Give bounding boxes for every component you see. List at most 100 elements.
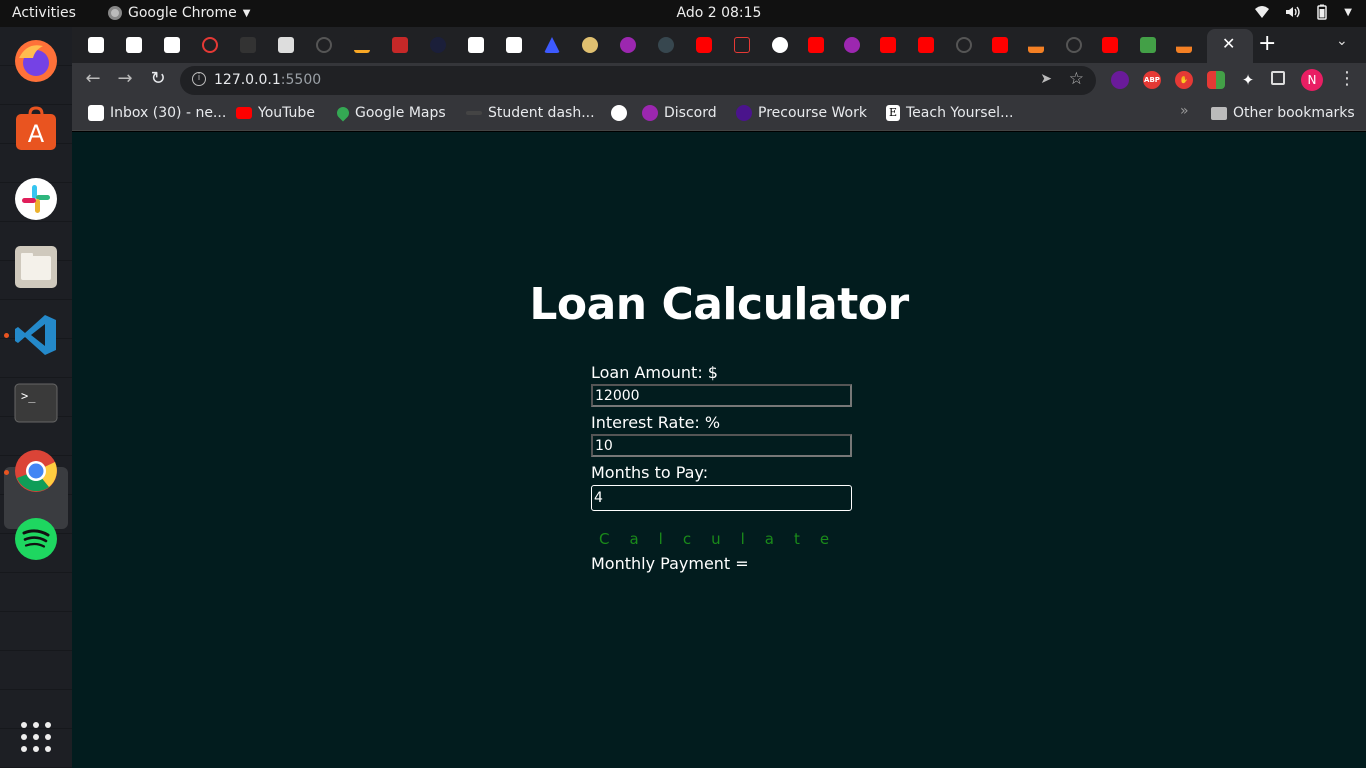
months-to-pay-input[interactable] bbox=[591, 485, 852, 511]
back-icon[interactable]: ← bbox=[82, 68, 104, 89]
tab-icon[interactable] bbox=[582, 37, 598, 53]
bookmark-globe[interactable] bbox=[611, 105, 633, 121]
system-top-bar: Activities Google Chrome ▼ Ado 2 08:15 ▼ bbox=[0, 0, 1366, 27]
bookmark-precourse-work[interactable]: Precourse Work bbox=[736, 105, 867, 121]
student-dash-icon bbox=[466, 111, 482, 115]
discord-icon bbox=[642, 105, 658, 121]
adblock-icon[interactable]: ✋ bbox=[1175, 71, 1193, 89]
tab-icon[interactable] bbox=[354, 37, 370, 53]
github-tab-icon[interactable] bbox=[956, 37, 972, 53]
github-tab-icon[interactable] bbox=[316, 37, 332, 53]
tab-icon[interactable] bbox=[240, 37, 256, 53]
youtube-tab-icon[interactable] bbox=[918, 37, 934, 53]
new-tab-icon[interactable]: + bbox=[1258, 31, 1276, 56]
battery-icon bbox=[1317, 4, 1328, 20]
files-icon[interactable] bbox=[12, 243, 60, 291]
address-bar[interactable]: i 127.0.0.1:5500 ➤ ☆ bbox=[180, 66, 1096, 95]
bookmark-label: Google Maps bbox=[355, 105, 446, 121]
loan-amount-input[interactable] bbox=[591, 384, 852, 407]
volume-icon bbox=[1286, 6, 1300, 18]
forward-icon[interactable]: → bbox=[114, 68, 136, 89]
tab-icon[interactable] bbox=[658, 37, 674, 53]
site-info-icon[interactable]: i bbox=[192, 72, 206, 86]
codepen-tab-icon[interactable] bbox=[506, 37, 522, 53]
clock[interactable]: Ado 2 08:15 bbox=[0, 5, 1366, 21]
chrome-menu-icon[interactable]: ⋮ bbox=[1338, 68, 1356, 89]
side-panel-icon[interactable] bbox=[1271, 71, 1285, 85]
dock: A >_ bbox=[0, 27, 72, 768]
loan-amount-label: Loan Amount: $ bbox=[591, 363, 718, 382]
tab-strip: ✕ + ⌄ bbox=[72, 27, 1366, 63]
youtube-tab-icon[interactable] bbox=[880, 37, 896, 53]
circle-tab-icon[interactable] bbox=[202, 37, 218, 53]
chrome-running-indicator bbox=[4, 470, 9, 475]
contact-tab-icon[interactable] bbox=[278, 37, 294, 53]
bookmark-star-icon[interactable]: ☆ bbox=[1069, 69, 1084, 89]
months-to-pay-label: Months to Pay: bbox=[591, 463, 709, 482]
slack-icon[interactable] bbox=[12, 175, 60, 223]
wifi-icon bbox=[1255, 6, 1270, 18]
gmail-icon bbox=[88, 105, 104, 121]
close-tab-icon[interactable]: ✕ bbox=[1222, 34, 1235, 53]
github-tab-icon[interactable] bbox=[1066, 37, 1082, 53]
precourse-icon bbox=[736, 105, 752, 121]
browser-toolbar: ← → ↻ i 127.0.0.1:5500 ➤ ☆ ABP ✋ ✦ N ⋮ bbox=[72, 63, 1366, 97]
url-text[interactable]: 127.0.0.1:5500 bbox=[214, 72, 321, 88]
atlassian-tab-icon[interactable] bbox=[544, 37, 560, 53]
tab-icon[interactable] bbox=[620, 37, 636, 53]
reload-icon[interactable]: ↻ bbox=[147, 68, 169, 89]
more-bookmarks-icon[interactable]: » bbox=[1180, 103, 1189, 119]
gmail-tab-icon[interactable] bbox=[88, 37, 104, 53]
spotify-icon[interactable] bbox=[12, 515, 60, 563]
bookmark-teach-yourself[interactable]: E Teach Yoursel... bbox=[886, 105, 1013, 121]
calculate-button[interactable]: Calculate bbox=[591, 529, 853, 549]
ubuntu-software-icon[interactable]: A bbox=[12, 105, 60, 153]
medium-tab-icon[interactable] bbox=[772, 37, 788, 53]
vscode-icon[interactable] bbox=[12, 311, 60, 359]
youtube-tab-icon[interactable] bbox=[696, 37, 712, 53]
monthly-payment-result: Monthly Payment = bbox=[591, 554, 749, 573]
profile-avatar[interactable]: N bbox=[1301, 69, 1323, 91]
tab-icon[interactable] bbox=[734, 37, 750, 53]
adblock-plus-icon[interactable]: ABP bbox=[1143, 71, 1161, 89]
youtube-tab-icon[interactable] bbox=[808, 37, 824, 53]
interest-rate-label: Interest Rate: % bbox=[591, 413, 721, 432]
firefox-icon[interactable] bbox=[12, 37, 60, 85]
bookmarks-bar: Inbox (30) - ne... YouTube Google Maps S… bbox=[72, 97, 1366, 131]
gmail-tab-icon[interactable] bbox=[164, 37, 180, 53]
bookmark-google-maps[interactable]: Google Maps bbox=[334, 104, 446, 122]
freecodecamp-tab-icon[interactable] bbox=[430, 37, 446, 53]
stackoverflow-tab-icon[interactable] bbox=[1176, 46, 1192, 53]
show-applications-icon[interactable] bbox=[12, 713, 60, 761]
chrome-icon[interactable] bbox=[12, 447, 60, 495]
youtube-icon bbox=[236, 107, 252, 119]
bookmark-inbox[interactable]: Inbox (30) - ne... bbox=[88, 105, 226, 121]
url-port: :5500 bbox=[280, 72, 322, 88]
interest-rate-input[interactable] bbox=[591, 434, 852, 457]
bookmark-student-dash[interactable]: Student dash... bbox=[466, 105, 595, 121]
tab-icon[interactable] bbox=[392, 37, 408, 53]
svg-text:>_: >_ bbox=[21, 389, 36, 403]
tab-icon[interactable] bbox=[1140, 37, 1156, 53]
svg-text:A: A bbox=[28, 120, 45, 148]
terminal-icon[interactable]: >_ bbox=[12, 379, 60, 427]
tab-icon[interactable] bbox=[844, 37, 860, 53]
extension-icon[interactable] bbox=[1111, 71, 1129, 89]
tab-search-icon[interactable]: ⌄ bbox=[1336, 33, 1348, 49]
loan-form: Loan Amount: $ Interest Rate: % Months t… bbox=[591, 362, 853, 575]
google-maps-icon bbox=[334, 104, 352, 122]
extension-icon[interactable] bbox=[1207, 71, 1225, 89]
youtube-tab-icon[interactable] bbox=[1102, 37, 1118, 53]
system-tray[interactable]: ▼ bbox=[1254, 4, 1352, 20]
vscode-running-indicator bbox=[4, 333, 9, 338]
gmail-tab-icon[interactable] bbox=[126, 37, 142, 53]
bookmark-label: Discord bbox=[664, 105, 717, 121]
hackerrank-tab-icon[interactable] bbox=[468, 37, 484, 53]
bookmark-discord[interactable]: Discord bbox=[642, 105, 717, 121]
youtube-tab-icon[interactable] bbox=[992, 37, 1008, 53]
stackoverflow-tab-icon[interactable] bbox=[1028, 46, 1044, 53]
bookmark-other-bookmarks[interactable]: Other bookmarks bbox=[1211, 105, 1355, 121]
send-tab-icon[interactable]: ➤ bbox=[1040, 71, 1052, 87]
extensions-puzzle-icon[interactable]: ✦ bbox=[1239, 71, 1257, 89]
bookmark-youtube[interactable]: YouTube bbox=[236, 105, 315, 121]
